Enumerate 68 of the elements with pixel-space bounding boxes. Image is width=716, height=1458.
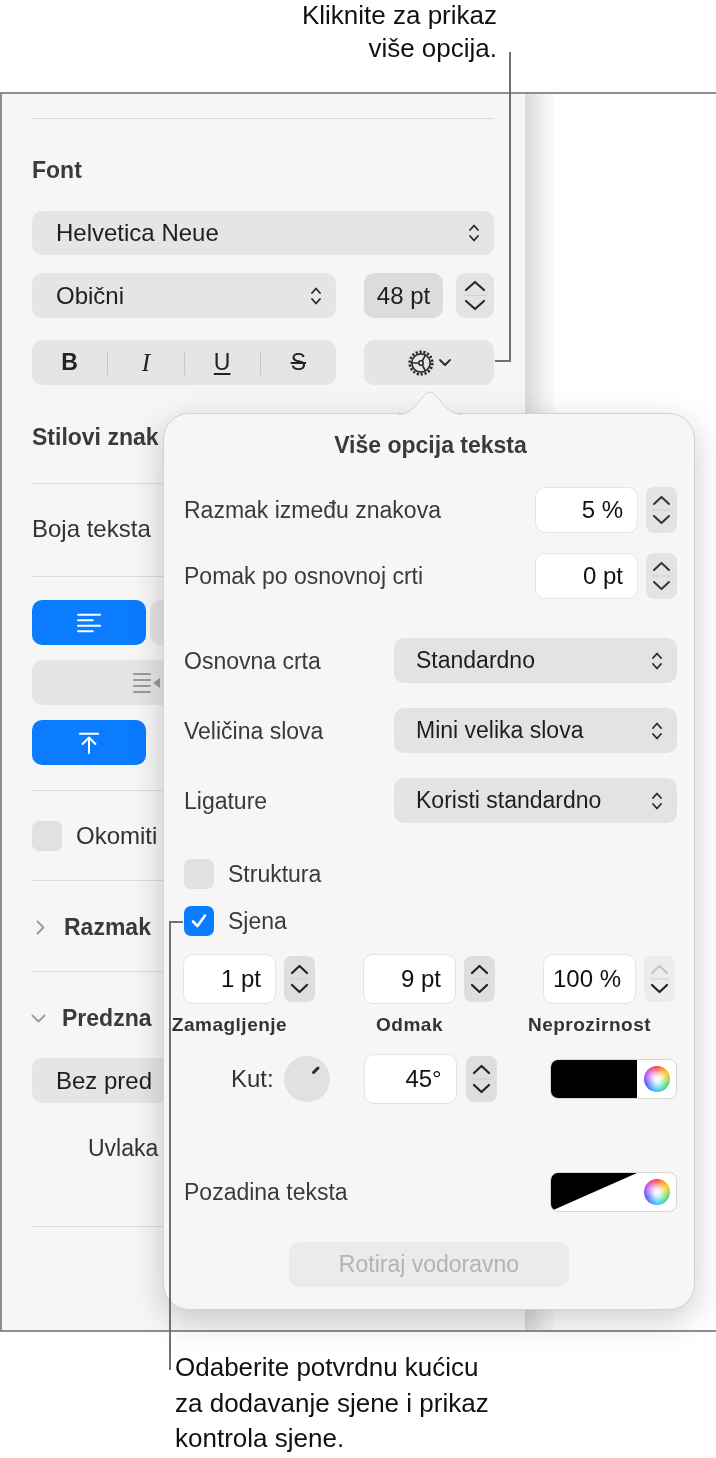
field-label: Pomak po osnovnoj crti xyxy=(184,562,424,591)
checkbox[interactable] xyxy=(184,906,214,936)
popover-title: Više opcija teksta xyxy=(334,431,527,460)
stepper-icon[interactable] xyxy=(465,1056,497,1102)
field-label: Pozadina teksta xyxy=(184,1178,348,1207)
font-size-field[interactable]: 48 pt xyxy=(364,273,443,318)
stepper-icon[interactable] xyxy=(456,273,494,318)
bullets-popup[interactable]: Bez pred xyxy=(32,1058,166,1103)
field-label: Kut: xyxy=(231,1065,274,1093)
field-label: Osnovna crta xyxy=(184,646,321,676)
dropdown-popup[interactable]: Mini velika slova xyxy=(394,708,677,753)
section-heading: Stilovi znak xyxy=(32,423,159,452)
dropdown-popup[interactable]: Koristi standardno xyxy=(394,778,677,823)
field-label: Boja teksta xyxy=(32,514,151,544)
checkbox-label: Struktura xyxy=(228,860,322,889)
color-swatch-icon xyxy=(551,1060,637,1098)
typeface-popup[interactable]: Obični xyxy=(32,273,336,318)
color-wheel-icon xyxy=(644,1179,670,1205)
updown-chevron-icon xyxy=(651,650,663,671)
field-label: Razmak između znakova xyxy=(184,496,441,525)
stepper-icon[interactable] xyxy=(646,553,677,599)
field-label: Odmak xyxy=(376,1013,443,1037)
number-field[interactable]: 0 pt xyxy=(535,553,638,599)
field-label: Ligature xyxy=(184,786,268,816)
stepper-icon[interactable] xyxy=(646,487,677,533)
stepper-icon[interactable] xyxy=(464,956,495,1002)
color-well[interactable] xyxy=(550,1059,677,1099)
number-field[interactable]: 45° xyxy=(363,1054,457,1104)
checkbox-label: Sjena xyxy=(228,907,287,936)
color-swatch-icon xyxy=(551,1173,637,1211)
align-top-icon xyxy=(77,731,101,754)
checkbox-label: Okomiti xyxy=(76,821,158,851)
color-wheel-icon xyxy=(644,1066,670,1092)
updown-chevron-icon xyxy=(651,720,663,741)
chevron-down-icon[interactable] xyxy=(31,1013,46,1023)
number-field[interactable]: 9 pt xyxy=(363,954,456,1004)
field-label: Zamagljenje xyxy=(171,1013,288,1037)
dropdown-popup[interactable]: Standardno xyxy=(394,638,677,683)
callout-text: Kliknite za prikaz više opcija. xyxy=(301,0,497,65)
color-well[interactable] xyxy=(550,1172,677,1212)
italic-button[interactable]: I xyxy=(108,340,184,385)
updown-chevron-icon xyxy=(310,285,322,306)
align-left-button[interactable] xyxy=(32,600,146,645)
align-left-icon xyxy=(77,611,101,634)
callout-text: Odaberite potvrdnu kućicu za dodavanje sjene i prikaz kontrola sjene. xyxy=(175,1351,490,1455)
options-button[interactable] xyxy=(364,340,494,385)
indent-button[interactable] xyxy=(32,660,166,705)
chevron-down-icon xyxy=(439,358,451,367)
number-field[interactable]: 100 % xyxy=(543,954,636,1004)
stepper-icon[interactable] xyxy=(284,956,315,1002)
bold-button[interactable]: B xyxy=(32,340,108,385)
number-field[interactable]: 5 % xyxy=(535,487,638,533)
field-label: Uvlaka xyxy=(88,1134,159,1163)
updown-chevron-icon xyxy=(468,223,480,243)
section-heading: Font xyxy=(32,156,82,185)
underline-button[interactable]: U xyxy=(184,340,260,385)
number-field[interactable]: 1 pt xyxy=(183,954,276,1004)
section-heading: Razmak xyxy=(64,913,151,942)
font-family-popup[interactable]: Helvetica Neue xyxy=(32,211,494,255)
align-top-button[interactable] xyxy=(32,720,146,765)
updown-chevron-icon xyxy=(651,790,663,811)
chevron-right-icon[interactable] xyxy=(36,919,45,935)
gear-icon xyxy=(407,348,435,377)
indent-icon xyxy=(133,671,161,694)
section-heading: Predzna xyxy=(62,1004,152,1033)
field-label: Neprozirnost xyxy=(527,1013,652,1037)
strikethrough-button[interactable]: S xyxy=(260,340,336,385)
field-label: Veličina slova xyxy=(184,716,324,746)
